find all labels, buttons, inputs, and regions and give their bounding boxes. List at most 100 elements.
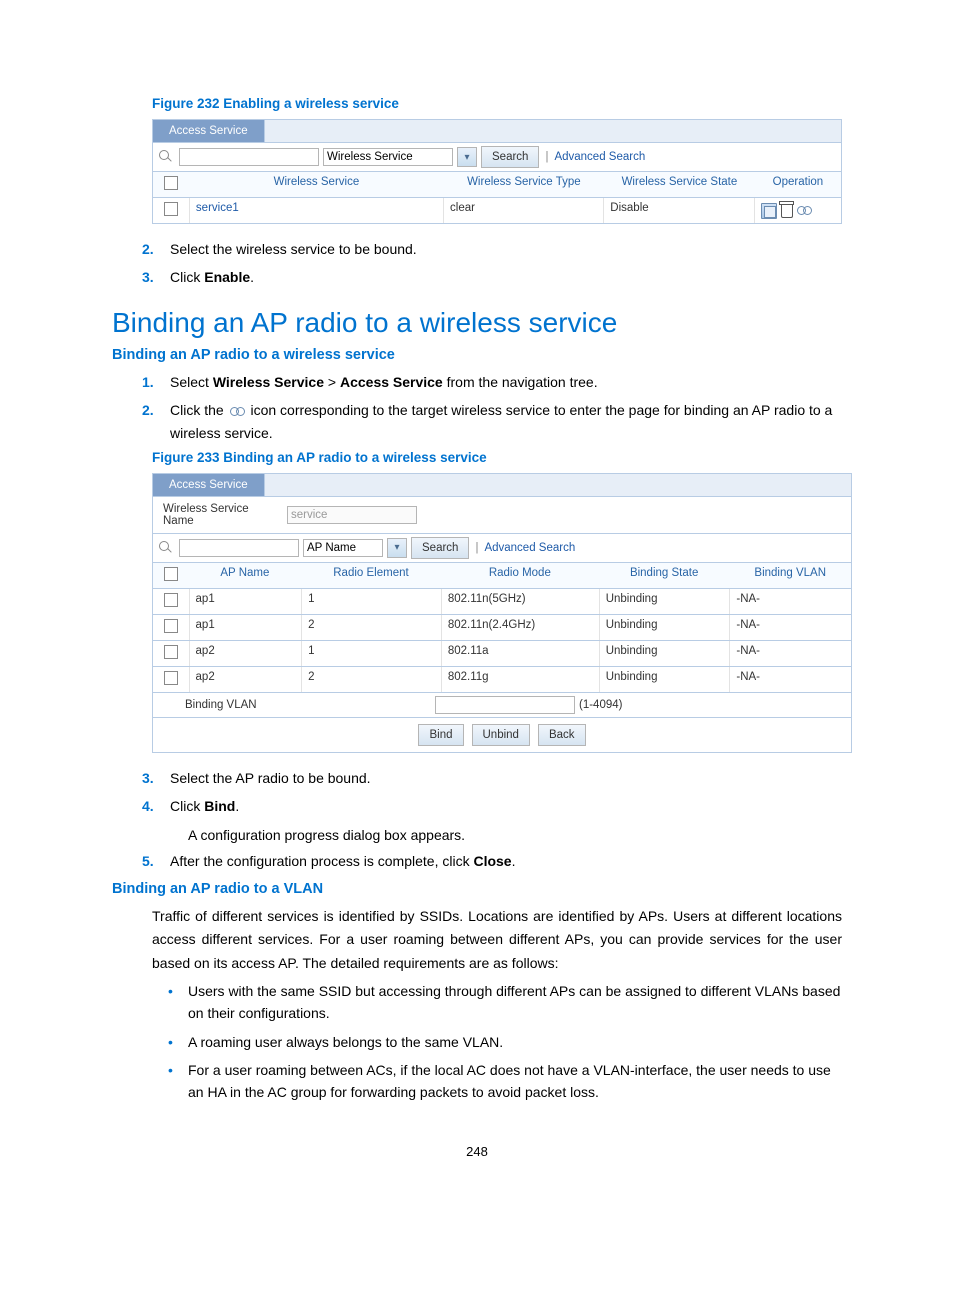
step-5: 5. After the configuration process is co… <box>152 850 842 872</box>
wireless-service-name-input[interactable] <box>287 506 417 524</box>
copy-icon[interactable] <box>761 203 777 219</box>
step-text-post: . <box>250 269 254 285</box>
step-num: 4. <box>142 795 154 817</box>
cell-binding-vlan: -NA- <box>729 589 851 614</box>
advanced-search-link[interactable]: Advanced Search <box>484 542 575 554</box>
step-text: Select the AP radio to be bound. <box>170 770 371 786</box>
search-icon <box>159 150 173 164</box>
steps-after-fig233-cont: 5. After the configuration process is co… <box>152 850 842 872</box>
col-binding-vlan: Binding VLAN <box>729 563 851 588</box>
step-text-post: . <box>235 798 239 814</box>
cell-radio-mode: 802.11n(5GHz) <box>441 589 599 614</box>
step-num: 1. <box>142 371 154 393</box>
step-text: Select the wireless service to be bound. <box>170 241 417 257</box>
cell-binding-state: Unbinding <box>599 667 730 692</box>
steps-after-fig232: 2. Select the wireless service to be bou… <box>152 238 842 289</box>
table-row: ap12802.11n(2.4GHz)Unbinding-NA- <box>152 615 852 641</box>
step-text-post: from the navigation tree. <box>443 374 598 390</box>
cell-service-type: clear <box>443 198 603 223</box>
link-icon <box>230 407 245 415</box>
divider: | <box>473 542 480 554</box>
cell-binding-vlan: -NA- <box>729 641 851 666</box>
row-checkbox[interactable] <box>164 202 178 216</box>
list-item: For a user roaming between ACs, if the l… <box>152 1059 842 1104</box>
tab-bar-spacer <box>264 474 851 496</box>
step-text-pre: Click <box>170 269 204 285</box>
row-checkbox[interactable] <box>164 619 178 633</box>
tab-access-service[interactable]: Access Service <box>153 120 264 142</box>
unbind-button[interactable]: Unbind <box>472 724 530 746</box>
search-button[interactable]: Search <box>411 537 469 559</box>
cell-radio-element: 2 <box>301 615 441 640</box>
cell-radio-element: 1 <box>301 641 441 666</box>
col-ap-name: AP Name <box>189 563 301 588</box>
cell-ap-name: ap2 <box>189 641 302 666</box>
step-text-bold: Wireless Service <box>213 374 324 390</box>
step-1: 1. Select Wireless Service > Access Serv… <box>152 371 842 393</box>
select-all-checkbox[interactable] <box>164 176 178 190</box>
cell-radio-mode: 802.11a <box>441 641 599 666</box>
col-binding-state: Binding State <box>599 563 730 588</box>
figure-232-caption: Figure 232 Enabling a wireless service <box>152 96 842 111</box>
cell-binding-state: Unbinding <box>599 589 730 614</box>
search-button[interactable]: Search <box>481 146 539 168</box>
step-num: 2. <box>142 399 154 421</box>
cell-service-state: Disable <box>603 198 754 223</box>
search-field-select[interactable] <box>303 539 383 557</box>
search-text-input[interactable] <box>179 148 319 166</box>
vlan-bullet-list: Users with the same SSID but accessing t… <box>152 980 842 1104</box>
step-4-subtext: A configuration progress dialog box appe… <box>188 824 842 846</box>
step-num: 3. <box>142 266 154 288</box>
trash-icon[interactable] <box>781 205 793 218</box>
cell-binding-vlan: -NA- <box>729 667 851 692</box>
row-checkbox[interactable] <box>164 645 178 659</box>
col-radio-element: Radio Element <box>301 563 441 588</box>
back-button[interactable]: Back <box>538 724 586 746</box>
row-checkbox[interactable] <box>164 593 178 607</box>
figure-233-screenshot: Access Service Wireless Service Name ▾ S… <box>152 473 852 753</box>
step-text-bold: Bind <box>204 798 235 814</box>
step-text-bold: Enable <box>204 269 250 285</box>
col-service-state: Wireless Service State <box>604 172 755 197</box>
col-radio-mode: Radio Mode <box>441 563 599 588</box>
search-text-input[interactable] <box>179 539 299 557</box>
paragraph-vlan-intro: Traffic of different services is identif… <box>152 905 842 976</box>
step-text-pre: Select <box>170 374 213 390</box>
cell-binding-state: Unbinding <box>599 641 730 666</box>
table-row: ap22802.11gUnbinding-NA- <box>152 667 852 693</box>
cell-radio-mode: 802.11g <box>441 667 599 692</box>
chevron-down-icon[interactable]: ▾ <box>387 538 407 558</box>
list-item: A roaming user always belongs to the sam… <box>152 1031 842 1053</box>
chevron-down-icon[interactable]: ▾ <box>457 147 477 167</box>
subheading-binding-vlan: Binding an AP radio to a VLAN <box>112 881 842 897</box>
bind-button[interactable]: Bind <box>418 724 463 746</box>
advanced-search-link[interactable]: Advanced Search <box>554 151 645 163</box>
step-text-mid: > <box>324 374 340 390</box>
tab-access-service[interactable]: Access Service <box>153 474 264 496</box>
figure-233-caption: Figure 233 Binding an AP radio to a wire… <box>152 450 842 465</box>
step-text-bold2: Access Service <box>340 374 443 390</box>
cell-binding-state: Unbinding <box>599 615 730 640</box>
step-text-post: icon corresponding to the target wireles… <box>170 402 832 440</box>
cell-ap-name: ap2 <box>189 667 302 692</box>
search-field-select[interactable] <box>323 148 453 166</box>
steps-after-fig233: 3. Select the AP radio to be bound. 4. C… <box>152 767 842 818</box>
cell-service-name[interactable]: service1 <box>189 198 443 223</box>
step-text-bold: Close <box>473 853 511 869</box>
table-row: ap11802.11n(5GHz)Unbinding-NA- <box>152 589 852 615</box>
label-binding-vlan: Binding VLAN <box>179 699 295 711</box>
col-wireless-service: Wireless Service <box>189 172 444 197</box>
step-text-pre: Click the <box>170 402 228 418</box>
step-text-post: . <box>512 853 516 869</box>
select-all-checkbox[interactable] <box>164 567 178 581</box>
row-checkbox[interactable] <box>164 671 178 685</box>
heading-binding-ap-radio: Binding an AP radio to a wireless servic… <box>112 307 842 339</box>
step-2: 2. Click the icon corresponding to the t… <box>152 399 842 444</box>
col-operation: Operation <box>755 172 841 197</box>
list-item: Users with the same SSID but accessing t… <box>152 980 842 1025</box>
cell-radio-element: 1 <box>301 589 441 614</box>
link-icon[interactable] <box>797 207 812 215</box>
binding-vlan-input[interactable] <box>435 696 575 714</box>
step-num: 5. <box>142 850 154 872</box>
label-wireless-service-name: Wireless Service Name <box>163 503 277 527</box>
